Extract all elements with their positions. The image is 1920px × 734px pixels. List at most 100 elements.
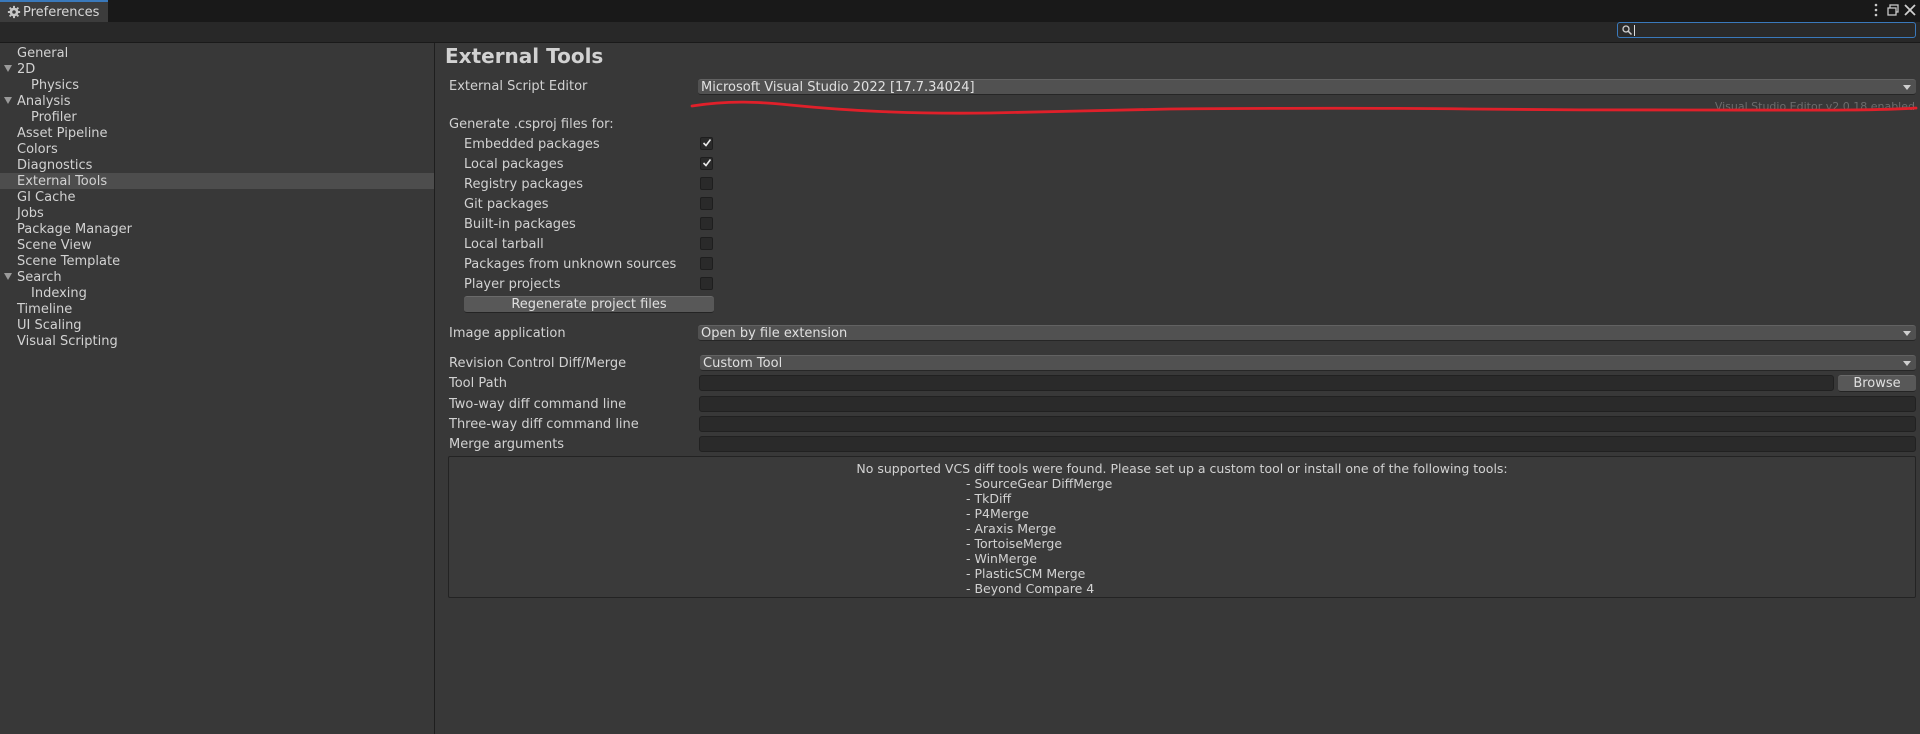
tool-list-item: - WinMerge: [966, 551, 1037, 566]
tab-title: Preferences: [23, 5, 100, 20]
tool-path-field[interactable]: [699, 375, 1834, 391]
help-box: No supported VCS diff tools were found. …: [448, 456, 1916, 598]
checkmark-icon: [702, 139, 712, 147]
sidebar-item-profiler[interactable]: Profiler: [0, 109, 434, 125]
browse-button[interactable]: Browse: [1838, 375, 1916, 392]
sidebar-item-label: Timeline: [17, 302, 73, 317]
sidebar-splitter[interactable]: [434, 43, 435, 734]
sidebar-item-label: General: [17, 46, 69, 61]
image-application-label: Image application: [449, 326, 566, 341]
close-icon[interactable]: [1902, 2, 1918, 18]
sidebar-item-search[interactable]: Search: [0, 269, 434, 285]
three-way-diff-field[interactable]: [699, 416, 1916, 432]
maximize-icon[interactable]: [1885, 2, 1901, 18]
sidebar-item-scene-template[interactable]: Scene Template: [0, 253, 434, 269]
text-caret: [1634, 25, 1635, 36]
sidebar-item-jobs[interactable]: Jobs: [0, 205, 434, 221]
sidebar-item-ui-scaling[interactable]: UI Scaling: [0, 317, 434, 333]
script-editor-dropdown[interactable]: Microsoft Visual Studio 2022 [17.7.34024…: [698, 79, 1916, 95]
embedded-packages-label: Embedded packages: [464, 137, 600, 152]
sidebar-item-label: Asset Pipeline: [17, 126, 108, 141]
sidebar-item-label: Package Manager: [17, 222, 133, 237]
builtin-packages-label: Built-in packages: [464, 217, 576, 232]
csproj-heading: Generate .csproj files for:: [449, 117, 614, 132]
tool-list-item: - P4Merge: [966, 506, 1029, 521]
two-way-diff-label: Two-way diff command line: [449, 397, 627, 412]
local-tarball-label: Local tarball: [464, 237, 544, 252]
unknown-sources-label: Packages from unknown sources: [464, 257, 677, 272]
git-packages-checkbox[interactable]: [700, 197, 713, 210]
sidebar-item-label: Scene Template: [17, 254, 121, 269]
tool-list-item: - TkDiff: [966, 491, 1012, 506]
two-way-diff-field[interactable]: [699, 396, 1916, 412]
sidebar-item-timeline[interactable]: Timeline: [0, 301, 434, 317]
chevron-down-icon: [1903, 85, 1911, 90]
builtin-packages-checkbox[interactable]: [700, 217, 713, 230]
unknown-sources-checkbox[interactable]: [700, 257, 713, 270]
chevron-down-icon: [1903, 361, 1911, 366]
tool-list-item: - SourceGear DiffMerge: [966, 476, 1113, 491]
sidebar-item-colors[interactable]: Colors: [0, 141, 434, 157]
expand-triangle-icon[interactable]: [4, 65, 12, 72]
merge-arguments-field[interactable]: [699, 436, 1916, 452]
sidebar-item-diagnostics[interactable]: Diagnostics: [0, 157, 434, 173]
page-title: External Tools: [445, 44, 604, 68]
local-tarball-checkbox[interactable]: [700, 237, 713, 250]
sidebar-item-label: Indexing: [31, 286, 87, 301]
revision-control-dropdown[interactable]: Custom Tool: [700, 355, 1916, 371]
sidebar-item-label: Physics: [31, 78, 80, 93]
local-packages-checkbox[interactable]: [700, 157, 713, 170]
image-application-dropdown[interactable]: Open by file extension: [698, 325, 1916, 341]
chevron-down-icon: [1903, 331, 1911, 336]
tool-list-item: - Beyond Compare 4: [966, 581, 1095, 596]
sidebar-item-label: Diagnostics: [17, 158, 93, 173]
search-icon: [1622, 25, 1633, 36]
sidebar-item-analysis[interactable]: Analysis: [0, 93, 434, 109]
regenerate-project-files-button[interactable]: Regenerate project files: [464, 296, 714, 313]
sidebar-item-label: GI Cache: [17, 190, 76, 205]
gear-icon: [7, 5, 21, 19]
expand-triangle-icon[interactable]: [4, 273, 12, 280]
sidebar-item-indexing[interactable]: Indexing: [0, 285, 434, 301]
tool-list-item: - PlasticSCM Merge: [966, 566, 1086, 581]
sidebar-item-asset-pipeline[interactable]: Asset Pipeline: [0, 125, 434, 141]
tool-list-item: - TortoiseMerge: [966, 536, 1063, 551]
search-input[interactable]: [1617, 22, 1916, 38]
sidebar-item-package-manager[interactable]: Package Manager: [0, 221, 434, 237]
git-packages-label: Git packages: [464, 197, 549, 212]
sidebar-item-label: Analysis: [17, 94, 71, 109]
script-editor-value: Microsoft Visual Studio 2022 [17.7.34024…: [701, 80, 975, 95]
revision-control-value: Custom Tool: [703, 356, 783, 371]
red-annotation-line: [690, 100, 1918, 115]
sidebar-item-label: 2D: [17, 62, 36, 77]
player-projects-checkbox[interactable]: [700, 277, 713, 290]
sidebar-item-external-tools[interactable]: External Tools: [0, 173, 434, 189]
sidebar-item-visual-scripting[interactable]: Visual Scripting: [0, 333, 434, 349]
sidebar-item-physics[interactable]: Physics: [0, 77, 434, 93]
sidebar-item-label: Search: [17, 270, 62, 285]
registry-packages-label: Registry packages: [464, 177, 584, 192]
more-options-icon[interactable]: [1868, 2, 1884, 18]
sidebar-item-label: Visual Scripting: [17, 334, 118, 349]
sidebar-item-label: Profiler: [31, 110, 77, 125]
sidebar-item-label: Colors: [17, 142, 58, 157]
sidebar-item-label: UI Scaling: [17, 318, 82, 333]
script-editor-label: External Script Editor: [449, 79, 588, 94]
registry-packages-checkbox[interactable]: [700, 177, 713, 190]
sidebar-item-2d[interactable]: 2D: [0, 61, 434, 77]
tab-preferences[interactable]: Preferences: [0, 0, 108, 22]
three-way-diff-label: Three-way diff command line: [449, 417, 639, 432]
sidebar-item-label: Scene View: [17, 238, 92, 253]
sidebar-item-scene-view[interactable]: Scene View: [0, 237, 434, 253]
sidebar-item-label: Jobs: [17, 206, 44, 221]
sidebar: General 2D Physics Analysis Profiler Ass…: [0, 43, 434, 734]
help-message: No supported VCS diff tools were found. …: [856, 461, 1508, 476]
player-projects-label: Player projects: [464, 277, 561, 292]
sidebar-item-general[interactable]: General: [0, 45, 434, 61]
embedded-packages-checkbox[interactable]: [700, 137, 713, 150]
sidebar-item-gi-cache[interactable]: GI Cache: [0, 189, 434, 205]
expand-triangle-icon[interactable]: [4, 97, 12, 104]
image-application-value: Open by file extension: [701, 326, 848, 341]
window-titlebar: Preferences: [0, 0, 1920, 22]
local-packages-label: Local packages: [464, 157, 564, 172]
